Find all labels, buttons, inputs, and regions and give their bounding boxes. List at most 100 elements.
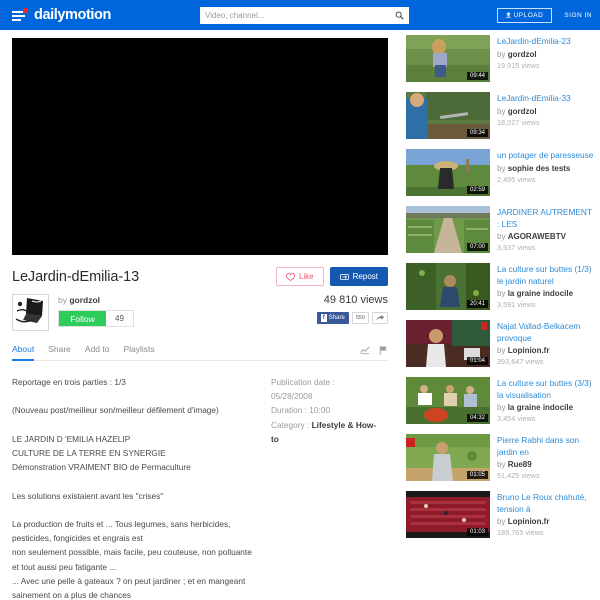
list-item[interactable]: 01:04 Najat Vallad-Belkacem provoque by … <box>400 315 600 372</box>
author-name[interactable]: gordzol <box>508 107 537 116</box>
video-title-link[interactable]: Bruno Le Roux chahuté, tension à <box>497 492 594 515</box>
list-item[interactable]: 01:03 Bruno Le Roux chahuté, tension à b… <box>400 486 600 543</box>
video-author: by Lopinion.fr <box>497 517 594 526</box>
video-views: 3,454 views <box>497 414 536 423</box>
video-title-link[interactable]: La culture sur buttes (3/3) la visualisa… <box>497 378 594 401</box>
author-name[interactable]: la graine indocile <box>508 403 573 412</box>
video-meta: Najat Vallad-Belkacem provoque by Lopini… <box>497 320 594 366</box>
video-thumbnail[interactable]: 07:00 <box>406 206 490 253</box>
flag-icon[interactable] <box>379 345 388 355</box>
video-thumbnail[interactable]: 09:44 <box>406 35 490 82</box>
tab-about[interactable]: About <box>12 344 35 361</box>
share-arrow-icon <box>376 315 384 321</box>
video-player[interactable] <box>12 38 388 255</box>
upload-button[interactable]: UPLOAD <box>496 7 553 23</box>
video-author: by gordzol <box>497 107 594 116</box>
category-label: Category : <box>271 419 310 430</box>
video-description: Reportage en trois parties : 1/3 (Nouvea… <box>12 377 252 600</box>
video-thumbnail[interactable]: 09:34 <box>406 92 490 139</box>
search-input[interactable] <box>205 10 395 20</box>
video-meta: LeJardin-dEmilia-23 by gordzol 19,915 vi… <box>497 35 594 70</box>
main-column: LeJardin-dEmilia-13 Like Repost by gordz… <box>0 30 400 600</box>
channel-right: 49 810 views f Share 550 <box>316 294 388 331</box>
signin-button[interactable]: SIGN IN <box>564 12 592 19</box>
page-body: LeJardin-dEmilia-13 Like Repost by gordz… <box>0 30 600 600</box>
share-more-button[interactable] <box>372 312 388 324</box>
video-author: by Lopinion.fr <box>497 346 594 355</box>
video-title-link[interactable]: La culture sur buttes (1/3) le jardin na… <box>497 264 594 287</box>
author-name[interactable]: Rue89 <box>508 460 532 469</box>
like-button[interactable]: Like <box>275 267 324 286</box>
uploader-name[interactable]: gordzol <box>69 295 100 305</box>
video-title-link[interactable]: Pierre Rabhi dans son jardin en <box>497 435 594 458</box>
video-title-link[interactable]: JARDINER AUTREMENT : LES <box>497 207 594 230</box>
stats-icon[interactable] <box>360 346 370 355</box>
video-duration: 04:32 <box>466 414 488 422</box>
video-thumbnail[interactable]: 01:04 <box>406 320 490 367</box>
facebook-share-button[interactable]: f Share <box>316 312 349 324</box>
video-duration: 01:05 <box>466 471 488 479</box>
by-prefix: by <box>497 403 506 412</box>
video-thumbnail[interactable]: 20:41 <box>406 263 490 310</box>
video-meta: La culture sur buttes (1/3) le jardin na… <box>497 263 594 309</box>
video-meta: LeJardin-dEmilia-33 by gordzol 18,027 vi… <box>497 92 594 127</box>
top-header: dailymotion UPLOAD SIGN IN <box>0 0 600 30</box>
video-thumbnail[interactable]: 01:05 <box>406 434 490 481</box>
tab-playlists[interactable]: Playlists <box>123 344 154 361</box>
publication-date-label: Publication date : <box>271 377 335 387</box>
dailymotion-logo[interactable]: dailymotion <box>8 7 111 23</box>
list-item[interactable]: 07:00 JARDINER AUTREMENT : LES by AGORAW… <box>400 201 600 258</box>
by-prefix: by <box>497 163 506 173</box>
list-item[interactable]: 09:44 LeJardin-dEmilia-23 by gordzol 19,… <box>400 30 600 87</box>
duration-value: 10:00 <box>309 405 331 416</box>
author-name[interactable]: sophie des tests <box>508 164 571 173</box>
video-views: 3,537 views <box>497 243 536 252</box>
facebook-share-label: Share <box>328 315 345 321</box>
view-count: 49 810 views <box>323 294 388 306</box>
follow-count: 49 <box>106 311 133 326</box>
channel-info: by gordzol Follow 49 <box>58 294 134 331</box>
list-item[interactable]: 01:05 Pierre Rabhi dans son jardin en by… <box>400 429 600 486</box>
video-metadata: Publication date : 05/28/2008 Duration :… <box>271 375 381 600</box>
author-name[interactable]: gordzol <box>508 50 537 59</box>
video-thumbnail[interactable]: 01:03 <box>406 491 490 538</box>
list-item[interactable]: 09:34 LeJardin-dEmilia-33 by gordzol 18,… <box>400 87 600 144</box>
video-title-link[interactable]: un potager de paresseuse <box>497 150 594 162</box>
tab-share[interactable]: Share <box>48 344 71 361</box>
video-title-link[interactable]: LeJardin-dEmilia-23 <box>497 36 594 48</box>
list-item[interactable]: 02:59 un potager de paresseuse by sophie… <box>400 144 600 201</box>
follow-button[interactable]: Follow <box>59 311 106 326</box>
share-row: f Share 550 <box>316 312 388 324</box>
video-views: 19,915 views <box>497 60 540 70</box>
title-row: LeJardin-dEmilia-13 Like Repost <box>0 255 400 286</box>
tab-add-to[interactable]: Add to <box>85 344 110 361</box>
list-item[interactable]: 20:41 La culture sur buttes (1/3) le jar… <box>400 258 600 315</box>
list-item[interactable]: 04:32 La culture sur buttes (3/3) la vis… <box>400 372 600 429</box>
search-icon[interactable] <box>395 11 404 20</box>
video-author: by la graine indocile <box>497 403 594 412</box>
video-duration: 02:59 <box>466 186 488 194</box>
dailymotion-logo-icon <box>12 7 28 23</box>
video-views: 18,027 views <box>497 117 540 127</box>
video-meta: JARDINER AUTREMENT : LES by AGORAWEBTV 3… <box>497 206 594 252</box>
video-author: by gordzol <box>497 50 594 59</box>
search-bar[interactable] <box>200 6 409 24</box>
video-thumbnail[interactable]: 04:32 <box>406 377 490 424</box>
by-prefix: by <box>497 289 506 298</box>
video-views: 3,591 views <box>497 300 536 309</box>
facebook-icon: f <box>320 314 327 322</box>
video-thumbnail[interactable]: 02:59 <box>406 149 490 196</box>
author-name[interactable]: la graine indocile <box>508 289 573 298</box>
avatar[interactable] <box>12 294 49 331</box>
avatar-image-icon <box>13 295 48 330</box>
upload-button-label: UPLOAD <box>513 11 544 19</box>
video-views: 2,495 views <box>497 174 536 184</box>
video-title-link[interactable]: Najat Vallad-Belkacem provoque <box>497 321 594 344</box>
category-row: Category : Lifestyle & How-to <box>271 418 381 446</box>
author-name[interactable]: Lopinion.fr <box>508 517 550 526</box>
author-name[interactable]: Lopinion.fr <box>508 346 550 355</box>
video-title-link[interactable]: LeJardin-dEmilia-33 <box>497 93 594 105</box>
repost-button[interactable]: Repost <box>329 267 388 286</box>
video-duration: 01:04 <box>466 357 488 365</box>
author-name[interactable]: AGORAWEBTV <box>508 232 566 241</box>
